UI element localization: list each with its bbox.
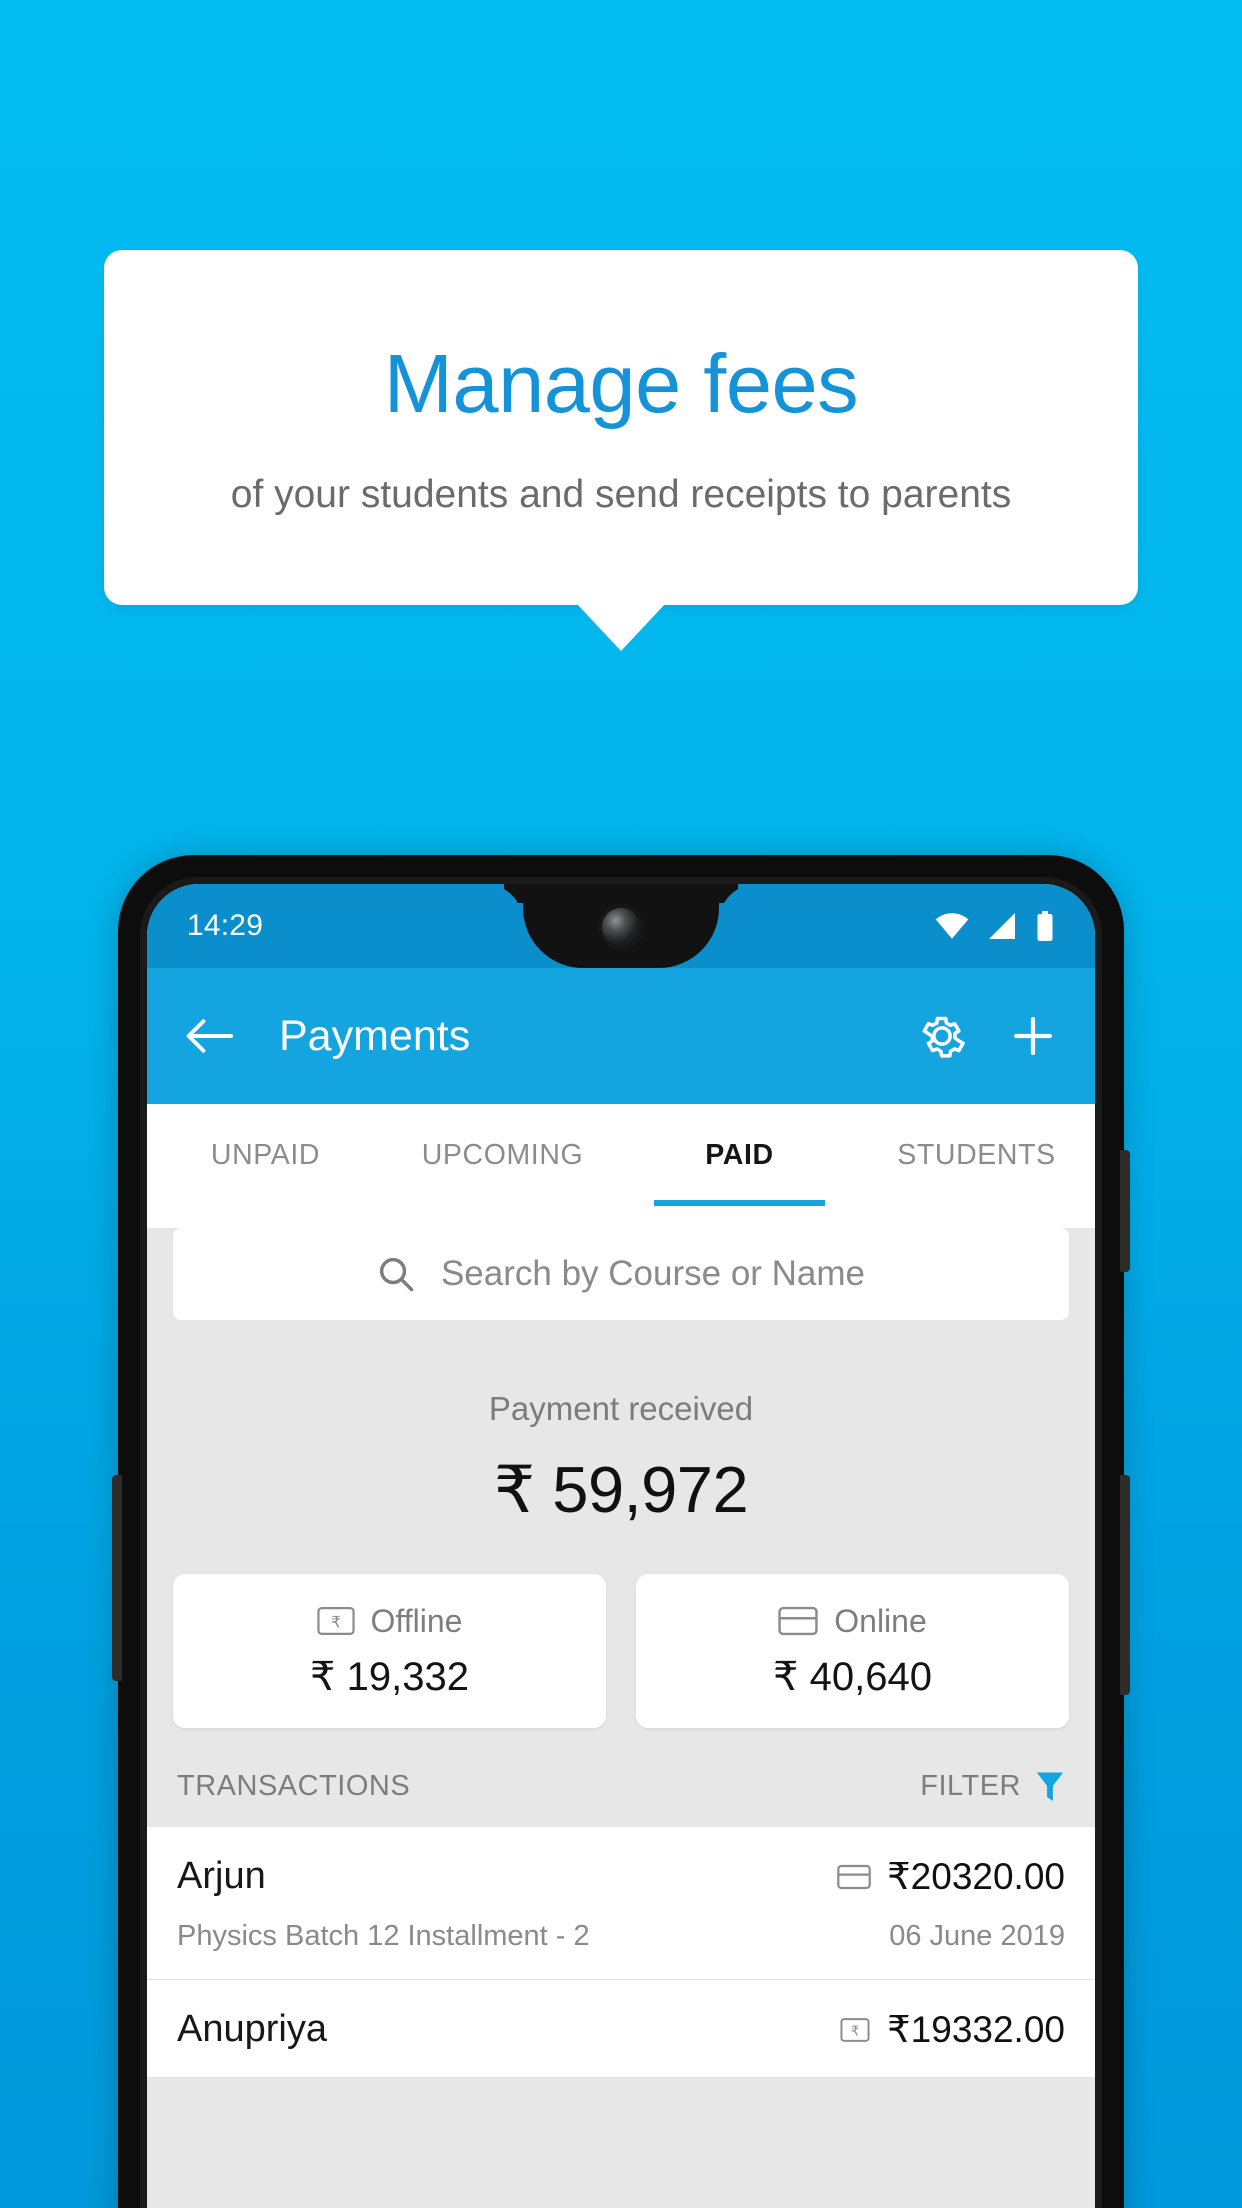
tab-students[interactable]: STUDENTS (858, 1104, 1095, 1206)
promo-subtitle: of your students and send receipts to pa… (230, 472, 1012, 516)
filter-button[interactable]: FILTER (920, 1770, 1065, 1803)
transactions-label: TRANSACTIONS (177, 1770, 411, 1802)
offline-payment-card[interactable]: ₹ Offline ₹ 19,332 (173, 1574, 606, 1728)
credit-card-icon (778, 1605, 818, 1637)
gear-icon[interactable] (917, 1011, 967, 1061)
status-bar-clock: 14:29 (187, 909, 264, 942)
transaction-student-name: Arjun (177, 1855, 266, 1897)
cellular-signal-icon (987, 913, 1017, 939)
filter-label: FILTER (920, 1770, 1021, 1802)
phone-power-button[interactable] (1120, 1150, 1130, 1272)
rupee-note-icon: ₹ (316, 1605, 355, 1637)
phone-bezel: 14:29 Payments UNPAID UPCOMING PAID STUD… (140, 877, 1102, 2208)
phone-notch (523, 884, 719, 968)
transaction-secondary-line: Physics Batch 12 Installment - 2 06 June… (177, 1920, 1065, 1953)
front-camera-icon (602, 908, 640, 946)
phone-volume-button[interactable] (1120, 1475, 1130, 1695)
status-bar-icons (935, 911, 1055, 941)
promo-screenshot-canvas: Manage fees of your students and send re… (0, 0, 1242, 2208)
battery-icon (1035, 911, 1055, 941)
search-input[interactable]: Search by Course or Name (173, 1228, 1069, 1320)
paid-tab-content: Search by Course or Name Payment receive… (147, 1228, 1095, 2208)
transaction-date: 06 June 2019 (889, 1920, 1065, 1952)
online-payment-card[interactable]: Online ₹ 40,640 (636, 1574, 1069, 1728)
app-bar-actions (917, 1011, 1057, 1061)
tab-paid[interactable]: PAID (621, 1104, 858, 1206)
back-arrow-icon[interactable] (185, 1016, 233, 1056)
credit-card-icon (837, 1863, 871, 1891)
transaction-amount-group: ₹20320.00 (837, 1855, 1065, 1898)
payment-received-amount: ₹ 59,972 (493, 1453, 749, 1526)
wifi-icon (935, 913, 969, 939)
tab-unpaid[interactable]: UNPAID (147, 1104, 384, 1206)
offline-card-amount: ₹ 19,332 (310, 1654, 469, 1699)
transaction-amount: ₹20320.00 (887, 1856, 1065, 1897)
payment-mode-cards: ₹ Offline ₹ 19,332 Online ₹ 40,640 (173, 1574, 1069, 1728)
transaction-amount-group: ₹ ₹19332.00 (839, 2008, 1065, 2051)
table-row[interactable]: Arjun ₹20320.00 Physics Batch 12 Install… (147, 1827, 1095, 1980)
online-card-amount: ₹ 40,640 (773, 1654, 932, 1699)
transaction-primary-line: Anupriya ₹ ₹19332.00 (177, 2008, 1065, 2051)
promo-title: Manage fees (383, 336, 859, 430)
promo-callout-tail (576, 603, 666, 651)
transaction-list: Arjun ₹20320.00 Physics Batch 12 Install… (147, 1827, 1095, 2078)
transaction-student-name: Anupriya (177, 2008, 327, 2050)
online-card-header: Online (778, 1603, 927, 1640)
svg-text:₹: ₹ (851, 2023, 860, 2038)
payment-summary: Payment received ₹ 59,972 (147, 1320, 1095, 1528)
rupee-note-icon: ₹ (839, 2016, 871, 2044)
offline-card-header: ₹ Offline (316, 1602, 463, 1640)
page-title: Payments (279, 1011, 471, 1060)
search-placeholder-text: Search by Course or Name (440, 1254, 866, 1293)
transaction-amount: ₹19332.00 (887, 2009, 1065, 2050)
online-card-label: Online (834, 1602, 927, 1639)
transaction-description: Physics Batch 12 Installment - 2 (177, 1920, 590, 1952)
transaction-primary-line: Arjun ₹20320.00 (177, 1855, 1065, 1898)
payment-received-label: Payment received (488, 1390, 754, 1427)
tab-bar: UNPAID UPCOMING PAID STUDENTS (147, 1104, 1095, 1206)
funnel-icon (1035, 1771, 1065, 1803)
phone-screen: 14:29 Payments UNPAID UPCOMING PAID STUD… (147, 884, 1095, 2208)
table-row[interactable]: Anupriya ₹ ₹19332.00 (147, 1980, 1095, 2078)
tab-upcoming[interactable]: UPCOMING (384, 1104, 621, 1206)
offline-card-label: Offline (370, 1602, 463, 1639)
app-bar: Payments (147, 968, 1095, 1104)
plus-icon[interactable] (1009, 1012, 1057, 1060)
search-icon (377, 1255, 415, 1293)
phone-left-button[interactable] (112, 1475, 122, 1681)
phone-mockup: 14:29 Payments UNPAID UPCOMING PAID STUD… (112, 855, 1130, 2208)
promo-callout-card: Manage fees of your students and send re… (104, 250, 1138, 605)
svg-text:₹: ₹ (330, 1613, 340, 1631)
transactions-header: TRANSACTIONS FILTER (177, 1770, 1065, 1827)
